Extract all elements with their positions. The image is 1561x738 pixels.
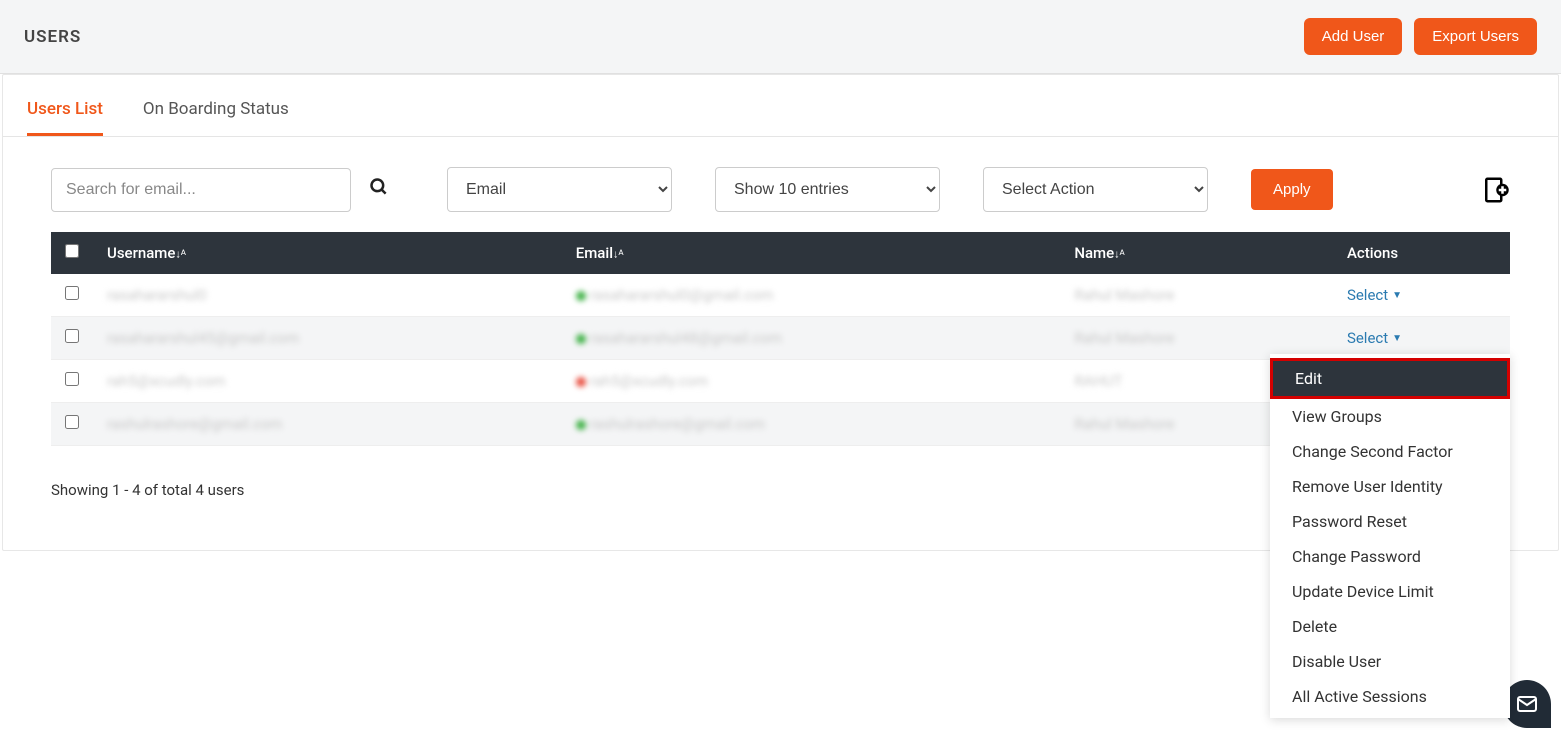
entries-select[interactable]: Show 10 entries: [715, 167, 940, 212]
header-checkbox-cell: [51, 232, 93, 274]
row-select-action[interactable]: Select ▼: [1347, 286, 1402, 304]
sort-icon: ↓ᴬ: [175, 248, 185, 261]
dropdown-item-change-password[interactable]: Change Password: [1270, 539, 1510, 574]
row-checkbox[interactable]: [65, 329, 79, 343]
email-cell: rasahararshul0@gmail.com: [576, 286, 774, 304]
main-container: Users List On Boarding Status Email Show…: [2, 74, 1559, 551]
email-cell: rashulrashore@gmail.com: [576, 415, 765, 433]
dropdown-item-disable-user[interactable]: Disable User: [1270, 644, 1510, 679]
row-checkbox[interactable]: [65, 415, 79, 429]
email-cell: rah5@xcudly.com: [576, 372, 708, 390]
dropdown-item-edit[interactable]: Edit: [1270, 358, 1510, 399]
row-select-action[interactable]: Select ▼: [1347, 329, 1402, 347]
dropdown-item-update-device-limit[interactable]: Update Device Limit: [1270, 574, 1510, 609]
results-summary: Showing 1 - 4 of total 4 users: [51, 481, 244, 499]
tabs: Users List On Boarding Status: [3, 75, 1558, 137]
tab-onboarding-status[interactable]: On Boarding Status: [143, 99, 289, 136]
dropdown-item-delete[interactable]: Delete: [1270, 609, 1510, 644]
action-select[interactable]: Select Action: [983, 167, 1208, 212]
header-username[interactable]: Username↓ᴬ: [93, 232, 562, 274]
select-all-checkbox[interactable]: [65, 244, 79, 258]
dropdown-item-remove-user-identity[interactable]: Remove User Identity: [1270, 469, 1510, 504]
name-cell: Rahul Mashore: [1074, 415, 1174, 433]
row-actions-dropdown: Edit View Groups Change Second Factor Re…: [1270, 354, 1510, 718]
table-row: rasahararshul0 rasahararshul0@gmail.com …: [51, 274, 1510, 317]
header-email[interactable]: Email↓ᴬ: [562, 232, 1061, 274]
row-checkbox[interactable]: [65, 286, 79, 300]
sort-icon: ↓ᴬ: [613, 248, 623, 261]
tab-users-list[interactable]: Users List: [27, 99, 103, 136]
dropdown-item-password-reset[interactable]: Password Reset: [1270, 504, 1510, 539]
name-cell: Rahul Mashore: [1074, 329, 1174, 347]
username-cell: rasahararshul0: [107, 286, 207, 304]
name-cell: RAHUT: [1074, 372, 1122, 390]
username-cell: rashulrashore@gmail.com: [107, 415, 282, 433]
export-users-button[interactable]: Export Users: [1414, 18, 1537, 55]
header-name[interactable]: Name↓ᴬ: [1060, 232, 1333, 274]
row-checkbox[interactable]: [65, 372, 79, 386]
search-input[interactable]: [51, 168, 351, 212]
toolbar: Email Show 10 entries Select Action Appl…: [3, 137, 1558, 232]
sort-icon: ↓ᴬ: [1114, 248, 1124, 261]
username-cell: rasahararshul45@gmail.com: [107, 329, 299, 347]
page-title: USERS: [24, 27, 81, 47]
header-buttons: Add User Export Users: [1304, 18, 1537, 55]
header-actions: Actions: [1333, 232, 1510, 274]
add-device-icon[interactable]: [1480, 175, 1510, 205]
username-cell: rah5@xcudly.com: [107, 372, 225, 390]
add-user-button[interactable]: Add User: [1304, 18, 1403, 55]
apply-button[interactable]: Apply: [1251, 169, 1333, 210]
header-bar: USERS Add User Export Users: [0, 0, 1561, 74]
chat-support-icon[interactable]: [1503, 680, 1551, 728]
search-icon[interactable]: [369, 177, 389, 202]
dropdown-item-all-active-sessions[interactable]: All Active Sessions: [1270, 679, 1510, 714]
email-cell: rasahararshul48@gmail.com: [576, 329, 782, 347]
table-wrap: Username↓ᴬ Email↓ᴬ Name↓ᴬ Actions rasaha…: [3, 232, 1558, 446]
dropdown-item-view-groups[interactable]: View Groups: [1270, 399, 1510, 434]
filter-by-select[interactable]: Email: [447, 167, 672, 212]
dropdown-item-change-second-factor[interactable]: Change Second Factor: [1270, 434, 1510, 469]
name-cell: Rahul Mashore: [1074, 286, 1174, 304]
